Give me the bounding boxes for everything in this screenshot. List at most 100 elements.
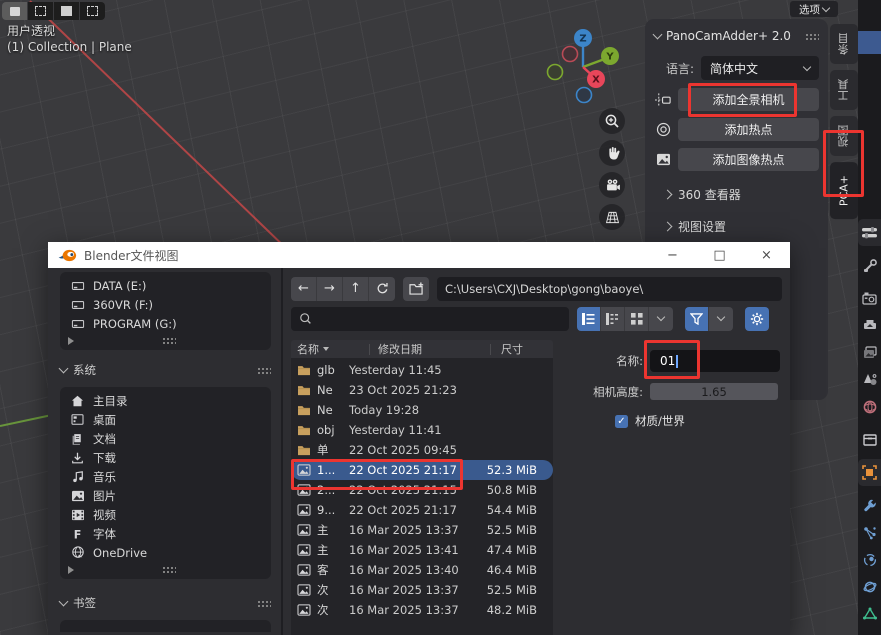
select-circle-button[interactable]: [54, 2, 79, 20]
modifiers-tab-icon[interactable]: [858, 492, 881, 519]
back-button[interactable]: ←: [291, 277, 317, 301]
dialog-titlebar[interactable]: Blender文件视图 − □ ×: [48, 242, 790, 268]
select-lasso-button[interactable]: [80, 2, 105, 20]
system-item[interactable]: OneDrive: [60, 543, 271, 562]
scrollbar-thumb[interactable]: [858, 31, 881, 54]
detail-list-view-button[interactable]: [601, 307, 625, 331]
minimize-button[interactable]: −: [649, 242, 696, 268]
system-item[interactable]: 视频: [60, 505, 271, 524]
file-name-input[interactable]: 01: [650, 350, 780, 372]
column-date[interactable]: 修改日期: [378, 341, 490, 357]
image-hotspot-icon: [654, 153, 673, 166]
file-row[interactable]: 1... 22 Oct 2025 21:17 52.3 MiB: [291, 460, 553, 480]
tab-tool[interactable]: 工具: [830, 70, 858, 110]
system-item[interactable]: 图片: [60, 486, 271, 505]
properties-editor-icon[interactable]: [858, 219, 881, 246]
select-tweak-button[interactable]: [2, 2, 27, 20]
chevron-right-icon: [663, 189, 673, 199]
drag-handle-icon[interactable]: [257, 367, 271, 374]
system-item[interactable]: 桌面: [60, 410, 271, 429]
close-button[interactable]: ×: [743, 242, 790, 268]
new-folder-button[interactable]: [403, 277, 429, 301]
view-layer-tab-icon[interactable]: [858, 339, 881, 366]
search-input[interactable]: [291, 307, 569, 331]
thumbnail-view-button[interactable]: [625, 307, 649, 331]
camera-height-field[interactable]: 1.65: [650, 383, 778, 400]
output-tab-icon[interactable]: [858, 312, 881, 339]
file-row[interactable]: Ne Today 19:28: [291, 400, 553, 420]
column-name[interactable]: 名称: [291, 341, 369, 357]
grid-toggle-button[interactable]: [599, 204, 625, 230]
path-input[interactable]: C:\Users\CXJ\Desktop\gong\baoye\: [437, 277, 782, 301]
tool-tab-icon[interactable]: [858, 252, 881, 279]
system-item[interactable]: 主目录: [60, 391, 271, 410]
forward-button[interactable]: →: [317, 277, 343, 301]
search-icon: [299, 312, 312, 325]
add-hotspot-button[interactable]: 添加热点: [678, 118, 819, 141]
display-settings-dropdown[interactable]: [649, 307, 673, 331]
scene-tab-icon[interactable]: [858, 366, 881, 393]
select-box-button[interactable]: [28, 2, 53, 20]
pan-button[interactable]: [599, 140, 625, 166]
add-image-hotspot-button[interactable]: 添加图像热点: [678, 148, 819, 171]
gizmo-minus-x-axis[interactable]: [563, 47, 578, 62]
camera-view-button[interactable]: [599, 172, 625, 198]
language-select[interactable]: 简体中文: [701, 56, 819, 80]
file-row[interactable]: 主 16 Mar 2025 13:37 52.5 MiB: [291, 520, 553, 540]
drag-handle-icon[interactable]: [257, 600, 271, 607]
section-view-settings[interactable]: 视图设置: [664, 217, 819, 235]
tab-item[interactable]: 条目: [830, 24, 858, 64]
file-row[interactable]: 9... 22 Oct 2025 21:17 54.4 MiB: [291, 500, 553, 520]
data-tab-icon[interactable]: [858, 600, 881, 627]
constraints-tab-icon[interactable]: [858, 573, 881, 600]
expand-icon[interactable]: [68, 566, 74, 574]
vertical-list-view-button[interactable]: [577, 307, 601, 331]
maximize-button[interactable]: □: [696, 242, 743, 268]
object-tab-icon[interactable]: [858, 459, 881, 486]
world-tab-icon[interactable]: [858, 393, 881, 420]
system-item[interactable]: 下载: [60, 448, 271, 467]
system-section-header[interactable]: 系统: [60, 360, 271, 380]
volume-item[interactable]: PROGRAM (G:): [60, 314, 271, 333]
drag-handle-icon[interactable]: [162, 566, 176, 573]
section-360-viewer[interactable]: 360 查看器: [664, 185, 819, 203]
tab-view[interactable]: 视图: [830, 116, 858, 156]
file-row[interactable]: obj Yesterday 11:41: [291, 420, 553, 440]
refresh-button[interactable]: [369, 277, 395, 301]
system-item[interactable]: 文档: [60, 429, 271, 448]
volume-item[interactable]: 360VR (F:): [60, 295, 271, 314]
add-pano-camera-button[interactable]: 添加全景相机: [678, 88, 819, 111]
bookmarks-section-header[interactable]: 书签: [60, 593, 271, 613]
physics-tab-icon[interactable]: [858, 546, 881, 573]
drag-handle-icon[interactable]: [162, 337, 176, 344]
file-row[interactable]: 单 22 Oct 2025 09:45: [291, 440, 553, 460]
tab-pca-plus[interactable]: PCA+: [830, 162, 858, 219]
up-button[interactable]: ↑: [343, 277, 369, 301]
material-world-checkbox[interactable]: ✓: [615, 415, 628, 428]
file-row[interactable]: Ne 23 Oct 2025 21:23: [291, 380, 553, 400]
filter-options-dropdown[interactable]: [709, 307, 733, 331]
column-size[interactable]: 尺寸: [499, 341, 523, 357]
file-row[interactable]: 次 16 Mar 2025 13:37 52.5 MiB: [291, 580, 553, 600]
drag-handle-icon[interactable]: [805, 33, 819, 40]
options-button[interactable]: 选项: [790, 1, 838, 17]
panel-header[interactable]: PanoCamAdder+ 2.0: [654, 26, 819, 46]
file-row[interactable]: 主 16 Mar 2025 13:41 47.4 MiB: [291, 540, 553, 560]
collection-tab-icon[interactable]: [858, 426, 881, 453]
navigation-gizmo[interactable]: Z Y X: [543, 24, 625, 110]
render-tab-icon[interactable]: [858, 285, 881, 312]
file-row[interactable]: 次 16 Mar 2025 13:37 48.2 MiB: [291, 600, 553, 620]
filter-button[interactable]: [685, 307, 709, 331]
file-row[interactable]: 2... 22 Oct 2025 21:15 50.8 MiB: [291, 480, 553, 500]
file-row[interactable]: 客 16 Mar 2025 13:40 46.4 MiB: [291, 560, 553, 580]
particles-tab-icon[interactable]: [858, 519, 881, 546]
zoom-button[interactable]: [599, 108, 625, 134]
gizmo-minus-y-axis[interactable]: [548, 65, 563, 80]
system-item[interactable]: F 字体: [60, 524, 271, 543]
settings-button[interactable]: [745, 307, 769, 331]
expand-icon[interactable]: [68, 337, 74, 345]
gizmo-minus-z-axis[interactable]: [577, 88, 592, 103]
volume-item[interactable]: DATA (E:): [60, 276, 271, 295]
file-row[interactable]: glb Yesterday 11:45: [291, 360, 553, 380]
system-item[interactable]: 音乐: [60, 467, 271, 486]
